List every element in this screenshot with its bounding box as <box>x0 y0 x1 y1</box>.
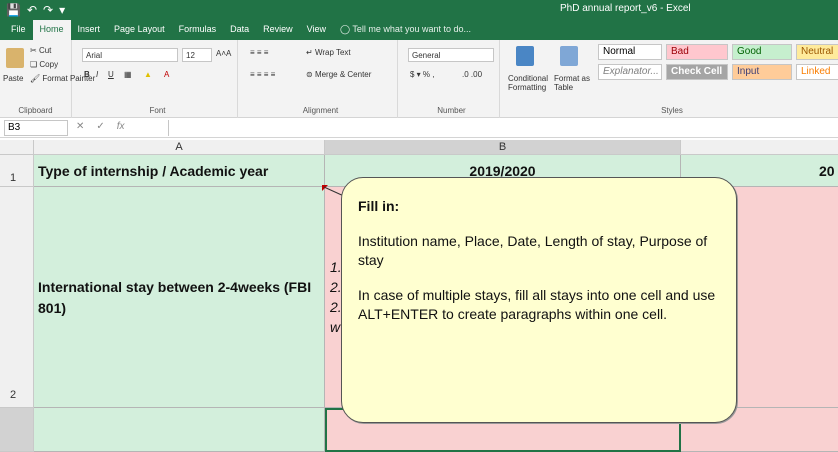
font-group: Arial 12 A˄A B I U ▦ ▲ A Font <box>78 40 238 118</box>
currency-icon[interactable]: $ ▾ % , <box>410 70 434 79</box>
row-header-2[interactable]: 2 <box>0 187 34 408</box>
tab-page-layout[interactable]: Page Layout <box>107 20 172 40</box>
cancel-icon[interactable]: ✕ <box>76 121 84 132</box>
cell-style-normal[interactable]: Normal <box>598 44 662 60</box>
comment-paragraph-1: Institution name, Place, Date, Length of… <box>358 233 708 268</box>
copy-icon: ❏ <box>30 60 40 69</box>
tab-file[interactable]: File <box>4 20 33 40</box>
cell-a2[interactable]: International stay between 2-4weeks (FBI… <box>34 187 325 408</box>
tab-review[interactable]: Review <box>256 20 300 40</box>
scissors-icon: ✂ <box>30 46 39 55</box>
cell-style-check-cell[interactable]: Check Cell <box>666 64 728 80</box>
clipboard-group: Paste ✂ Cut ❏ Copy 🖌 Format Painter Clip… <box>0 40 95 118</box>
font-name-select[interactable]: Arial <box>82 48 178 62</box>
increase-font-icon[interactable]: A˄A <box>216 49 231 58</box>
format-as-table-icon[interactable] <box>560 46 578 66</box>
paste-icon[interactable] <box>6 48 24 68</box>
quick-access-toolbar: 💾 ↶ ↷ ▾ <box>6 2 65 18</box>
merge-icon: ⊜ <box>306 70 315 79</box>
tab-view[interactable]: View <box>300 20 333 40</box>
cell-style-explanator[interactable]: Explanator... <box>598 64 662 80</box>
enter-icon[interactable]: ✓ <box>96 121 104 132</box>
brush-icon: 🖌 <box>30 74 43 83</box>
cell-style-linked[interactable]: Linked <box>796 64 838 80</box>
cut-label: Cut <box>38 46 52 55</box>
fill-color-icon[interactable]: ▲ <box>144 70 152 79</box>
conditional-formatting-icon[interactable] <box>516 46 534 66</box>
cell-a3[interactable] <box>34 408 325 452</box>
tell-me-search[interactable]: ◯ Tell me what you want to do... <box>333 20 478 40</box>
copy-button[interactable]: ❏ Copy <box>30 60 58 69</box>
tab-insert[interactable]: Insert <box>71 20 108 40</box>
ribbon-tabs: File Home Insert Page Layout Formulas Da… <box>0 20 838 40</box>
styles-label: Styles <box>661 106 683 115</box>
italic-button[interactable]: I <box>96 70 98 79</box>
styles-group: Conditional Formatting Format as Table N… <box>506 40 838 118</box>
cell-style-input[interactable]: Input <box>732 64 792 80</box>
tell-me-label: Tell me what you want to do... <box>352 24 471 34</box>
row-header-3[interactable] <box>0 408 34 452</box>
merge-center-button[interactable]: ⊜ Merge & Center <box>306 70 371 79</box>
lightbulb-icon: ◯ <box>340 24 353 34</box>
comment-paragraph-2: In case of multiple stays, fill all stay… <box>358 287 716 322</box>
tab-data[interactable]: Data <box>223 20 256 40</box>
cell-style-good[interactable]: Good <box>732 44 792 60</box>
cell-a1[interactable]: Type of internship / Academic year <box>34 155 325 187</box>
wrap-text-label: Wrap Text <box>314 48 351 57</box>
cell-style-bad[interactable]: Bad <box>666 44 728 60</box>
paste-button[interactable]: Paste <box>3 74 23 83</box>
clipboard-label: Clipboard <box>18 106 53 115</box>
conditional-formatting-button[interactable]: Conditional Formatting <box>508 74 554 92</box>
column-header-c[interactable] <box>681 140 838 155</box>
save-icon[interactable]: 💾 <box>6 2 21 18</box>
number-group: General $ ▾ % , .0 .00 Number <box>404 40 500 118</box>
bold-button[interactable]: B <box>84 70 90 79</box>
tab-formulas[interactable]: Formulas <box>172 20 224 40</box>
merge-center-label: Merge & Center <box>314 70 372 79</box>
title-bar: 💾 ↶ ↷ ▾ PhD annual report_v6 - Excel <box>0 0 838 20</box>
font-size-select[interactable]: 12 <box>182 48 212 62</box>
redo-icon[interactable]: ↷ <box>43 2 53 18</box>
alignment-group: ≡ ≡ ≡ ≡ ≡ ≡ ≡ ↵ Wrap Text ⊜ Merge & Cent… <box>244 40 398 118</box>
number-format-select[interactable]: General <box>408 48 494 62</box>
column-header-b[interactable]: B <box>325 140 681 155</box>
select-all-corner[interactable] <box>0 140 34 155</box>
window-title: PhD annual report_v6 - Excel <box>560 3 691 14</box>
row-header-1[interactable]: 1 <box>0 155 34 187</box>
name-box[interactable]: B3 <box>4 120 68 136</box>
align-left-icon[interactable]: ≡ ≡ ≡ ≡ <box>250 70 275 79</box>
undo-icon[interactable]: ↶ <box>27 2 37 18</box>
cell-comment-note[interactable]: Fill in: Institution name, Place, Date, … <box>341 177 737 423</box>
ribbon-home: Paste ✂ Cut ❏ Copy 🖌 Format Painter Clip… <box>0 40 838 118</box>
fx-icon[interactable]: fx <box>117 121 125 132</box>
alignment-label: Alignment <box>302 106 339 115</box>
tab-home[interactable]: Home <box>32 20 71 40</box>
align-top-icon[interactable]: ≡ ≡ ≡ <box>250 48 268 57</box>
wrap-text-button[interactable]: ↵ Wrap Text <box>306 48 351 57</box>
comment-title: Fill in: <box>358 198 400 214</box>
copy-label: Copy <box>39 60 59 69</box>
formula-input[interactable] <box>168 120 836 136</box>
underline-button[interactable]: U <box>108 70 114 79</box>
column-header-a[interactable]: A <box>34 140 325 155</box>
borders-icon[interactable]: ▦ <box>124 70 132 79</box>
formula-controls: ✕ ✓ fx <box>76 121 125 132</box>
decimal-icon[interactable]: .0 .00 <box>462 70 482 79</box>
cut-button[interactable]: ✂ Cut <box>30 46 51 55</box>
number-label: Number <box>437 106 466 115</box>
font-label: Font <box>149 106 166 115</box>
customize-qat-icon[interactable]: ▾ <box>59 2 65 18</box>
format-as-table-button[interactable]: Format as Table <box>554 74 594 92</box>
formula-bar: B3 ✕ ✓ fx <box>0 118 838 138</box>
wrap-text-icon: ↵ <box>306 48 315 57</box>
cell-style-neutral[interactable]: Neutral <box>796 44 838 60</box>
font-color-icon[interactable]: A <box>164 70 169 79</box>
